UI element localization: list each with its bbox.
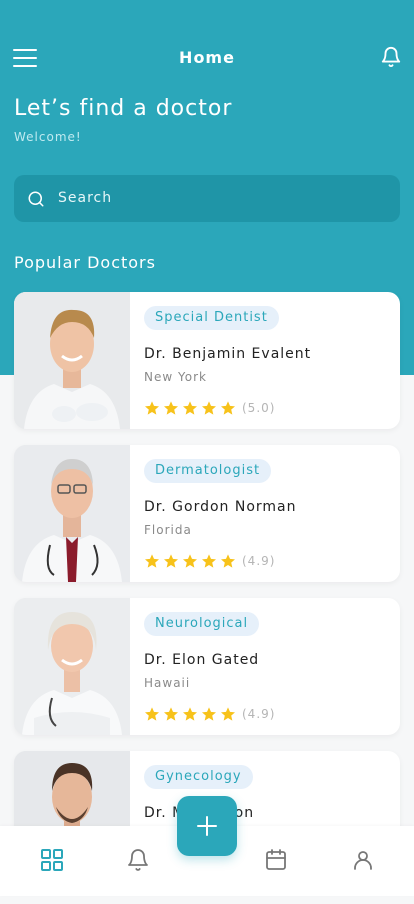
doctor-photo [14, 445, 130, 582]
specialty-badge: Dermatologist [144, 459, 272, 483]
search-icon [28, 191, 44, 207]
rating-value: (5.0) [242, 401, 276, 415]
doctor-card[interactable]: Dermatologist Dr. Gordon Norman Florida … [14, 445, 400, 582]
top-bar: Home [0, 40, 414, 76]
specialty-badge: Special Dentist [144, 306, 279, 330]
doctor-name: Dr. Benjamin Evalent [144, 346, 312, 362]
hero-heading: Let’s find a doctor [14, 96, 233, 121]
doctor-name: Dr. Gordon Norman [144, 499, 297, 515]
add-button[interactable] [177, 796, 237, 856]
star-icon [183, 401, 197, 415]
star-icon [145, 707, 159, 721]
doctor-location: New York [144, 370, 207, 384]
doctor-name: Dr. Elon Gated [144, 652, 260, 668]
doctor-card[interactable]: Special Dentist Dr. Benjamin Evalent New… [14, 292, 400, 429]
star-icon [202, 554, 216, 568]
welcome-text: Welcome! [14, 130, 82, 144]
specialty-badge: Gynecology [144, 765, 253, 789]
notification-bell-icon[interactable] [380, 46, 404, 70]
star-icon [221, 401, 235, 415]
doctor-photo [14, 598, 130, 735]
rating-value: (4.9) [242, 707, 276, 721]
star-icon [202, 401, 216, 415]
star-icon [202, 707, 216, 721]
doctor-location: Hawaii [144, 676, 191, 690]
user-icon[interactable] [351, 848, 377, 874]
star-icon [164, 554, 178, 568]
star-icon [183, 554, 197, 568]
doctor-photo [14, 292, 130, 429]
page-title: Home [179, 48, 235, 67]
star-icon [145, 401, 159, 415]
rating-stars: (4.9) [144, 705, 275, 723]
star-icon [183, 707, 197, 721]
star-icon [164, 401, 178, 415]
rating-stars: (5.0) [144, 399, 275, 417]
rating-value: (4.9) [242, 554, 276, 568]
search-placeholder: Search [58, 190, 113, 206]
star-icon [164, 707, 178, 721]
section-title: Popular Doctors [14, 253, 156, 272]
star-icon [145, 554, 159, 568]
grid-icon[interactable] [40, 848, 66, 874]
star-icon [221, 707, 235, 721]
rating-stars: (4.9) [144, 552, 275, 570]
star-icon [221, 554, 235, 568]
specialty-badge: Neurological [144, 612, 260, 636]
plus-icon [197, 816, 217, 836]
calendar-icon[interactable] [264, 848, 290, 874]
bell-icon[interactable] [126, 848, 152, 874]
doctor-location: Florida [144, 523, 192, 537]
doctor-card[interactable]: Neurological Dr. Elon Gated Hawaii (4.9) [14, 598, 400, 735]
search-input[interactable]: Search [14, 175, 400, 222]
